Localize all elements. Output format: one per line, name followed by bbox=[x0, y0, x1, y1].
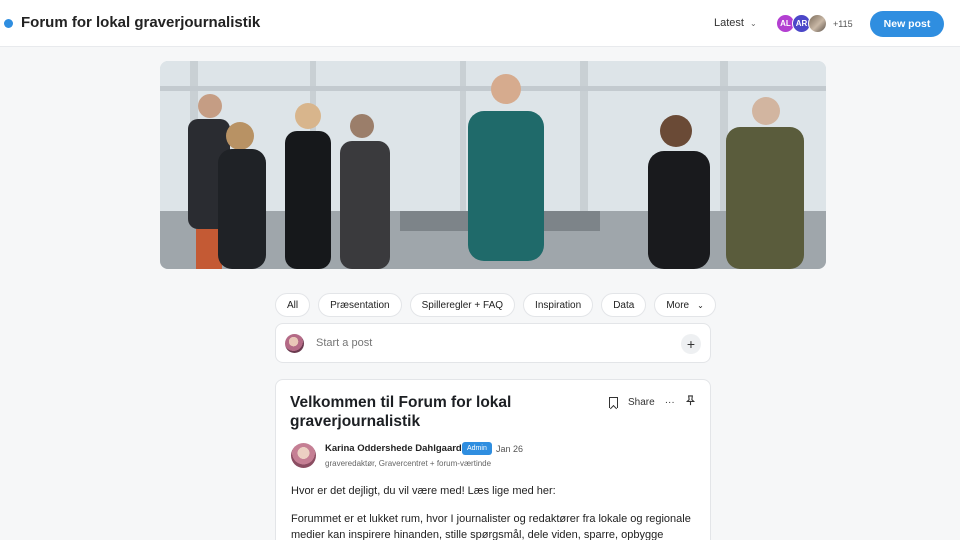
page-title: Forum for lokal graverjournalistik bbox=[21, 14, 261, 31]
category-tabs: All Præsentation Spilleregler + FAQ Insp… bbox=[275, 293, 716, 317]
tab-label: Data bbox=[613, 299, 635, 311]
more-options-icon[interactable]: ··· bbox=[665, 397, 675, 408]
post-title[interactable]: Velkommen til Forum for lokal graverjour… bbox=[290, 393, 570, 431]
member-count: +115 bbox=[833, 18, 853, 29]
tab-inspiration[interactable]: Inspiration bbox=[523, 293, 594, 317]
cover-photo-illustration bbox=[160, 61, 826, 269]
post-card: Velkommen til Forum for lokal graverjour… bbox=[275, 379, 711, 540]
tab-label: Spilleregler + FAQ bbox=[421, 299, 504, 311]
share-button[interactable]: Share bbox=[628, 397, 655, 408]
avatar[interactable] bbox=[808, 14, 827, 33]
chevron-down-icon: ⌄ bbox=[749, 18, 757, 28]
status-dot-icon bbox=[4, 19, 13, 28]
tab-label: All bbox=[287, 299, 299, 311]
avatar bbox=[285, 334, 304, 353]
tab-all[interactable]: All bbox=[275, 293, 311, 317]
author-name[interactable]: Karina Oddershede Dahlgaard bbox=[325, 443, 462, 454]
author-role: graveredaktør, Gravercentret + forum-vær… bbox=[325, 459, 492, 468]
tab-more[interactable]: More ⌄ bbox=[654, 293, 716, 317]
sort-dropdown[interactable]: Latest ⌄ bbox=[714, 17, 757, 29]
pin-icon[interactable] bbox=[685, 395, 696, 409]
tab-spilleregler-faq[interactable]: Spilleregler + FAQ bbox=[409, 293, 516, 317]
post-date: Jan 26 bbox=[496, 444, 524, 454]
tab-label: More bbox=[666, 299, 690, 311]
chevron-down-icon: ⌄ bbox=[697, 300, 704, 310]
tab-label: Præsentation bbox=[330, 299, 390, 311]
member-avatars[interactable]: AL AR +115 bbox=[776, 14, 853, 33]
tab-label: Inspiration bbox=[535, 299, 582, 311]
tab-data[interactable]: Data bbox=[601, 293, 647, 317]
post-paragraph: Forummet er et lukket rum, hvor I journa… bbox=[291, 513, 691, 540]
top-bar: Forum for lokal graverjournalistik Lates… bbox=[0, 0, 960, 47]
start-post-input[interactable] bbox=[316, 337, 616, 349]
post-composer[interactable]: + bbox=[275, 323, 711, 363]
post-actions: Share ··· bbox=[609, 395, 696, 409]
bookmark-icon[interactable] bbox=[609, 396, 618, 408]
author-avatar[interactable] bbox=[291, 443, 316, 468]
plus-icon[interactable]: + bbox=[681, 334, 701, 354]
post-paragraph: Hvor er det dejligt, du vil være med! Læ… bbox=[291, 485, 556, 497]
cover-image bbox=[160, 61, 826, 269]
tab-praesentation[interactable]: Præsentation bbox=[318, 293, 402, 317]
admin-badge: Admin bbox=[462, 442, 492, 455]
sort-label: Latest bbox=[714, 17, 744, 29]
new-post-button[interactable]: New post bbox=[870, 11, 944, 37]
